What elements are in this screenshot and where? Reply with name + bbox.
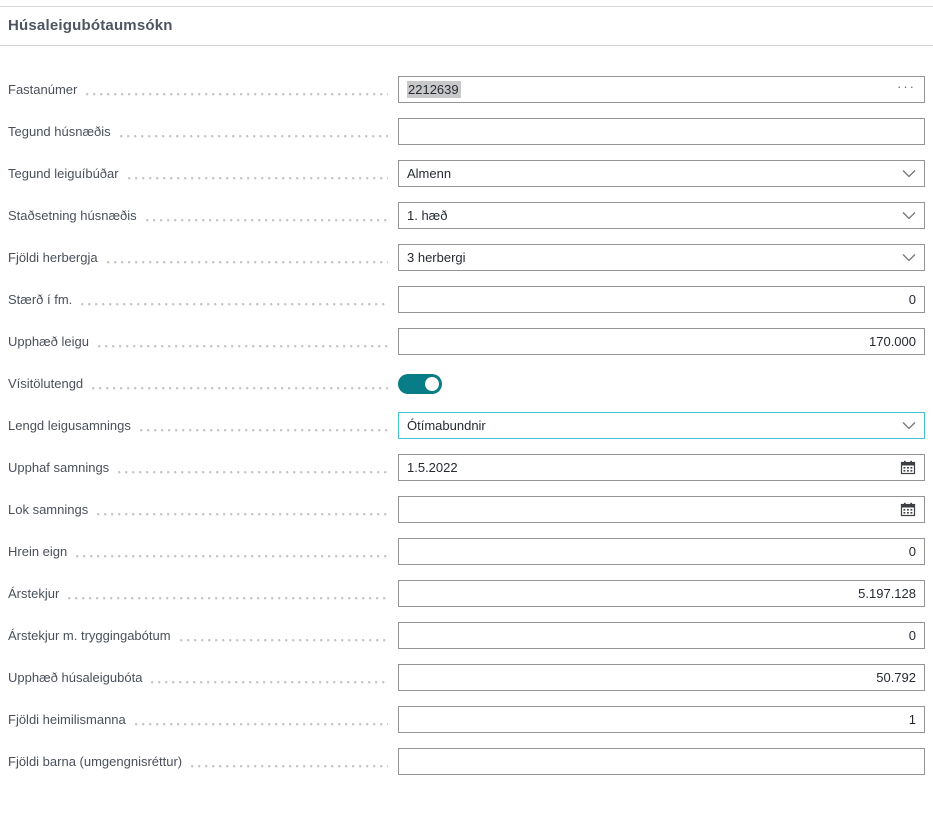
fjoldi-herbergja-select[interactable]: 3 herbergi — [398, 244, 925, 271]
dotted-leader — [146, 219, 388, 222]
fjoldi-barna-input[interactable] — [398, 748, 925, 775]
dotted-leader — [68, 597, 388, 600]
arstekjur-m-tryggingabotum-input[interactable]: 0 — [398, 622, 925, 649]
dotted-leader — [191, 765, 388, 768]
selected-text: 2212639 — [407, 81, 461, 98]
field-value: 170.000 — [869, 334, 916, 349]
field-value: 0 — [909, 628, 916, 643]
field-row-upphaed-husaleigubota: Upphæð húsaleigubóta 50.792 — [8, 664, 925, 691]
field-row-upphaf-samnings: Upphaf samnings 1.5.2022 — [8, 454, 925, 481]
selected-option: 3 herbergi — [407, 250, 466, 265]
field-row-lengd-leigusamnings: Lengd leigusamnings Ótímabundnir — [8, 412, 925, 439]
dotted-leader — [98, 345, 388, 348]
upphaed-leigu-input[interactable]: 170.000 — [398, 328, 925, 355]
field-value: 1.5.2022 — [407, 460, 458, 475]
staerd-i-fm-input[interactable]: 0 — [398, 286, 925, 313]
upphaed-husaleigubota-input[interactable]: 50.792 — [398, 664, 925, 691]
field-label: Tegund leiguíbúðar — [8, 166, 119, 181]
field-label: Lengd leigusamnings — [8, 418, 131, 433]
tegund-leiguibudar-select[interactable]: Almenn — [398, 160, 925, 187]
field-value: 1 — [909, 712, 916, 727]
field-row-staerd-i-fm: Stærð í fm. 0 — [8, 286, 925, 313]
dotted-leader — [140, 429, 388, 432]
field-row-lok-samnings: Lok samnings — [8, 496, 925, 523]
dotted-leader — [97, 513, 388, 516]
husaleigubotaumsokn-form: Húsaleigubótaumsókn Fastanúmer 2212639 ·… — [0, 0, 933, 817]
field-label: Upphæð leigu — [8, 334, 89, 349]
field-row-fjoldi-heimilismanna: Fjöldi heimilismanna 1 — [8, 706, 925, 733]
lengd-leigusamnings-select[interactable]: Ótímabundnir — [398, 412, 925, 439]
dotted-leader — [118, 471, 388, 474]
dotted-leader — [180, 639, 388, 642]
field-label: Staðsetning húsnæðis — [8, 208, 137, 223]
fjoldi-heimilismanna-input[interactable]: 1 — [398, 706, 925, 733]
calendar-icon[interactable] — [900, 502, 916, 517]
field-label: Lok samnings — [8, 502, 88, 517]
dotted-leader — [120, 135, 388, 138]
field-row-arstekjur: Árstekjur 5.197.128 — [8, 580, 925, 607]
toggle-knob — [425, 377, 439, 391]
chevron-down-icon[interactable] — [902, 211, 916, 220]
field-row-fjoldi-barna: Fjöldi barna (umgengnisréttur) — [8, 748, 925, 775]
arstekjur-input[interactable]: 5.197.128 — [398, 580, 925, 607]
calendar-icon[interactable] — [900, 460, 916, 475]
dotted-leader — [81, 303, 388, 306]
field-row-visitolutengd: Vísitölutengd — [8, 370, 925, 397]
dotted-leader — [92, 387, 388, 390]
field-value: 50.792 — [876, 670, 916, 685]
field-value: 0 — [909, 544, 916, 559]
field-row-tegund-leiguibudar: Tegund leiguíbúðar Almenn — [8, 160, 925, 187]
chevron-down-icon[interactable] — [902, 421, 916, 430]
lookup-ellipsis-icon[interactable]: ··· — [897, 82, 916, 92]
field-list: Fastanúmer 2212639 ··· Tegund húsnæðis T… — [0, 46, 933, 775]
field-row-fjoldi-herbergja: Fjöldi herbergja 3 herbergi — [8, 244, 925, 271]
hrein-eign-input[interactable]: 0 — [398, 538, 925, 565]
field-label: Hrein eign — [8, 544, 67, 559]
tegund-husnaedis-input[interactable] — [398, 118, 925, 145]
dotted-leader — [76, 555, 388, 558]
upphaf-samnings-input[interactable]: 1.5.2022 — [398, 454, 925, 481]
field-row-fastanumer: Fastanúmer 2212639 ··· — [8, 76, 925, 103]
field-row-hrein-eign: Hrein eign 0 — [8, 538, 925, 565]
field-label: Fastanúmer — [8, 82, 77, 97]
chevron-down-icon[interactable] — [902, 169, 916, 178]
field-label: Fjöldi herbergja — [8, 250, 98, 265]
selected-option: 1. hæð — [407, 208, 447, 223]
card-header: Húsaleigubótaumsókn — [0, 7, 933, 46]
dotted-leader — [107, 261, 388, 264]
dotted-leader — [135, 723, 388, 726]
dotted-leader — [86, 93, 388, 96]
selected-option: Almenn — [407, 166, 451, 181]
field-label: Vísitölutengd — [8, 376, 83, 391]
field-label: Stærð í fm. — [8, 292, 72, 307]
dotted-leader — [128, 177, 388, 180]
visitolutengd-toggle[interactable] — [398, 374, 442, 394]
field-row-tegund-husnaedis: Tegund húsnæðis — [8, 118, 925, 145]
stadsetning-husnaedis-select[interactable]: 1. hæð — [398, 202, 925, 229]
chevron-down-icon[interactable] — [902, 253, 916, 262]
fastanumer-input[interactable]: 2212639 ··· — [398, 76, 925, 103]
field-label: Tegund húsnæðis — [8, 124, 111, 139]
field-row-arstekjur-m-tryggingabotum: Árstekjur m. tryggingabótum 0 — [8, 622, 925, 649]
lok-samnings-input[interactable] — [398, 496, 925, 523]
field-label: Árstekjur — [8, 586, 59, 601]
selected-option: Ótímabundnir — [407, 418, 486, 433]
field-label: Fjöldi heimilismanna — [8, 712, 126, 727]
field-label: Fjöldi barna (umgengnisréttur) — [8, 754, 182, 769]
field-value: 0 — [909, 292, 916, 307]
field-row-upphaed-leigu: Upphæð leigu 170.000 — [8, 328, 925, 355]
field-value: 5.197.128 — [858, 586, 916, 601]
field-row-stadsetning-husnaedis: Staðsetning húsnæðis 1. hæð — [8, 202, 925, 229]
dotted-leader — [151, 681, 388, 684]
field-label: Upphaf samnings — [8, 460, 109, 475]
field-label: Árstekjur m. tryggingabótum — [8, 628, 171, 643]
page-title: Húsaleigubótaumsókn — [8, 17, 925, 34]
field-label: Upphæð húsaleigubóta — [8, 670, 142, 685]
